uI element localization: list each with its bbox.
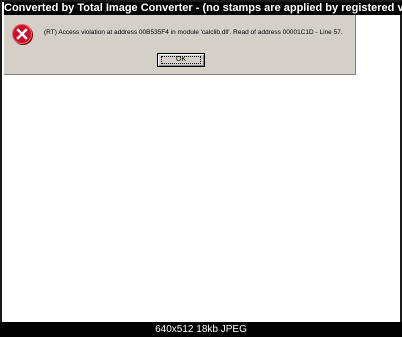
watermark-banner: Converted by Total Image Converter - (no…: [4, 2, 402, 15]
error-message: (RT) Access violation at address 00B535F…: [44, 29, 343, 36]
ok-button[interactable]: OK: [157, 53, 205, 67]
error-icon: [12, 24, 32, 44]
image-frame: Converted by Total Image Converter - (no…: [0, 0, 402, 337]
error-dialog: (RT) Access violation at address 00B535F…: [4, 15, 356, 75]
image-info-bar: 640x512 18kb JPEG: [0, 322, 402, 337]
focus-rectangle: [161, 56, 201, 64]
